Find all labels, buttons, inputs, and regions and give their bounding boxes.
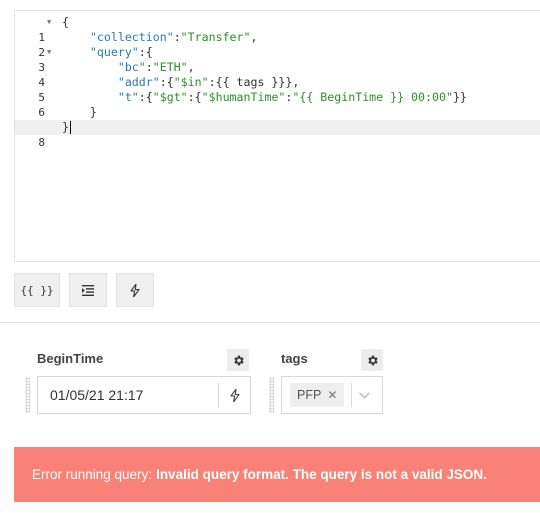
remove-tag-icon[interactable]: ✕ <box>327 388 337 402</box>
code-line: 6 "t":{"$gt":{"$humanTime":"{{ BeginTime… <box>15 90 540 119</box>
code-line: 2 "collection":"Transfer", <box>15 30 540 59</box>
gear-icon <box>367 355 378 365</box>
template-braces-label: {{ }} <box>20 283 54 297</box>
json-string: "$humanTime" <box>201 90 286 104</box>
text-cursor <box>69 121 71 134</box>
begintime-label: BeginTime <box>37 351 104 366</box>
gear-icon <box>233 355 244 365</box>
bolt-icon <box>229 388 240 402</box>
begintime-settings-button[interactable] <box>227 349 249 371</box>
code-line-active: 8 } <box>15 120 540 149</box>
brace: } <box>62 120 69 134</box>
tags-dropdown-button[interactable] <box>352 391 376 399</box>
json-punct: :{ <box>138 45 153 59</box>
code-lines: 1 ▼ { 2 "collection":"Transfer", 3 ▼ "qu… <box>15 15 540 149</box>
run-query-button[interactable] <box>116 273 154 307</box>
json-string: "{{ BeginTime }} 00:00" <box>292 90 453 104</box>
tag-chip-label: PFP <box>297 388 322 402</box>
tags-label: tags <box>281 351 308 366</box>
tags-select[interactable]: PFP ✕ <box>281 376 383 414</box>
fold-arrow-icon[interactable]: ▼ <box>47 45 57 60</box>
json-punct: , <box>187 60 195 74</box>
line-number: 8 <box>38 136 45 149</box>
code-line: 5 "addr":{"$in":{{ tags }}}, <box>15 75 540 104</box>
brace: { <box>62 15 69 29</box>
json-key: "bc" <box>117 60 146 74</box>
query-editor[interactable]: 1 ▼ { 2 "collection":"Transfer", 3 ▼ "qu… <box>14 10 540 262</box>
insert-template-button[interactable]: {{ }} <box>14 273 60 307</box>
begintime-input[interactable]: 01/05/21 21:17 <box>37 376 251 414</box>
begintime-drag-handle[interactable] <box>25 377 30 413</box>
json-punct: :{{ tags }}}, <box>208 75 300 89</box>
section-divider <box>0 322 540 323</box>
json-punct: : <box>145 60 153 74</box>
begintime-dynamic-button[interactable] <box>218 383 250 407</box>
fold-arrow-icon[interactable]: ▼ <box>47 15 57 30</box>
json-key: "collection" <box>89 30 174 44</box>
json-string: "$in" <box>173 75 209 89</box>
json-key: "addr" <box>117 75 160 89</box>
bolt-icon <box>130 283 140 297</box>
json-punct: }} <box>452 90 467 104</box>
json-key: "t" <box>117 90 139 104</box>
json-string: "Transfer" <box>180 30 251 44</box>
tag-chip: PFP ✕ <box>290 383 345 407</box>
editor-toolbar: {{ }} <box>14 273 154 307</box>
code-line: 3 ▼ "query":{ <box>15 45 540 74</box>
error-prefix: Error running query: <box>32 467 153 482</box>
json-punct: :{ <box>138 90 153 104</box>
json-punct: : <box>173 30 181 44</box>
json-punct: :{ <box>159 75 174 89</box>
json-punct: :{ <box>187 90 202 104</box>
json-key: "query" <box>89 45 139 59</box>
tags-settings-button[interactable] <box>361 349 383 371</box>
indent-icon <box>82 284 94 296</box>
brace: } <box>89 105 97 119</box>
error-message: Invalid query format. The query is not a… <box>156 467 487 482</box>
begintime-value: 01/05/21 21:17 <box>50 387 144 403</box>
code-line: 1 ▼ { <box>15 15 540 44</box>
chevron-down-icon <box>358 391 370 399</box>
json-punct: , <box>250 30 258 44</box>
error-banner: Error running query: Invalid query forma… <box>14 447 540 502</box>
code-line: 7 } <box>15 105 540 134</box>
tags-drag-handle[interactable] <box>269 377 274 413</box>
code-line: 4 "bc":"ETH", <box>15 60 540 89</box>
json-string: "$gt" <box>152 90 188 104</box>
json-string: "ETH" <box>152 60 188 74</box>
format-button[interactable] <box>69 273 107 307</box>
